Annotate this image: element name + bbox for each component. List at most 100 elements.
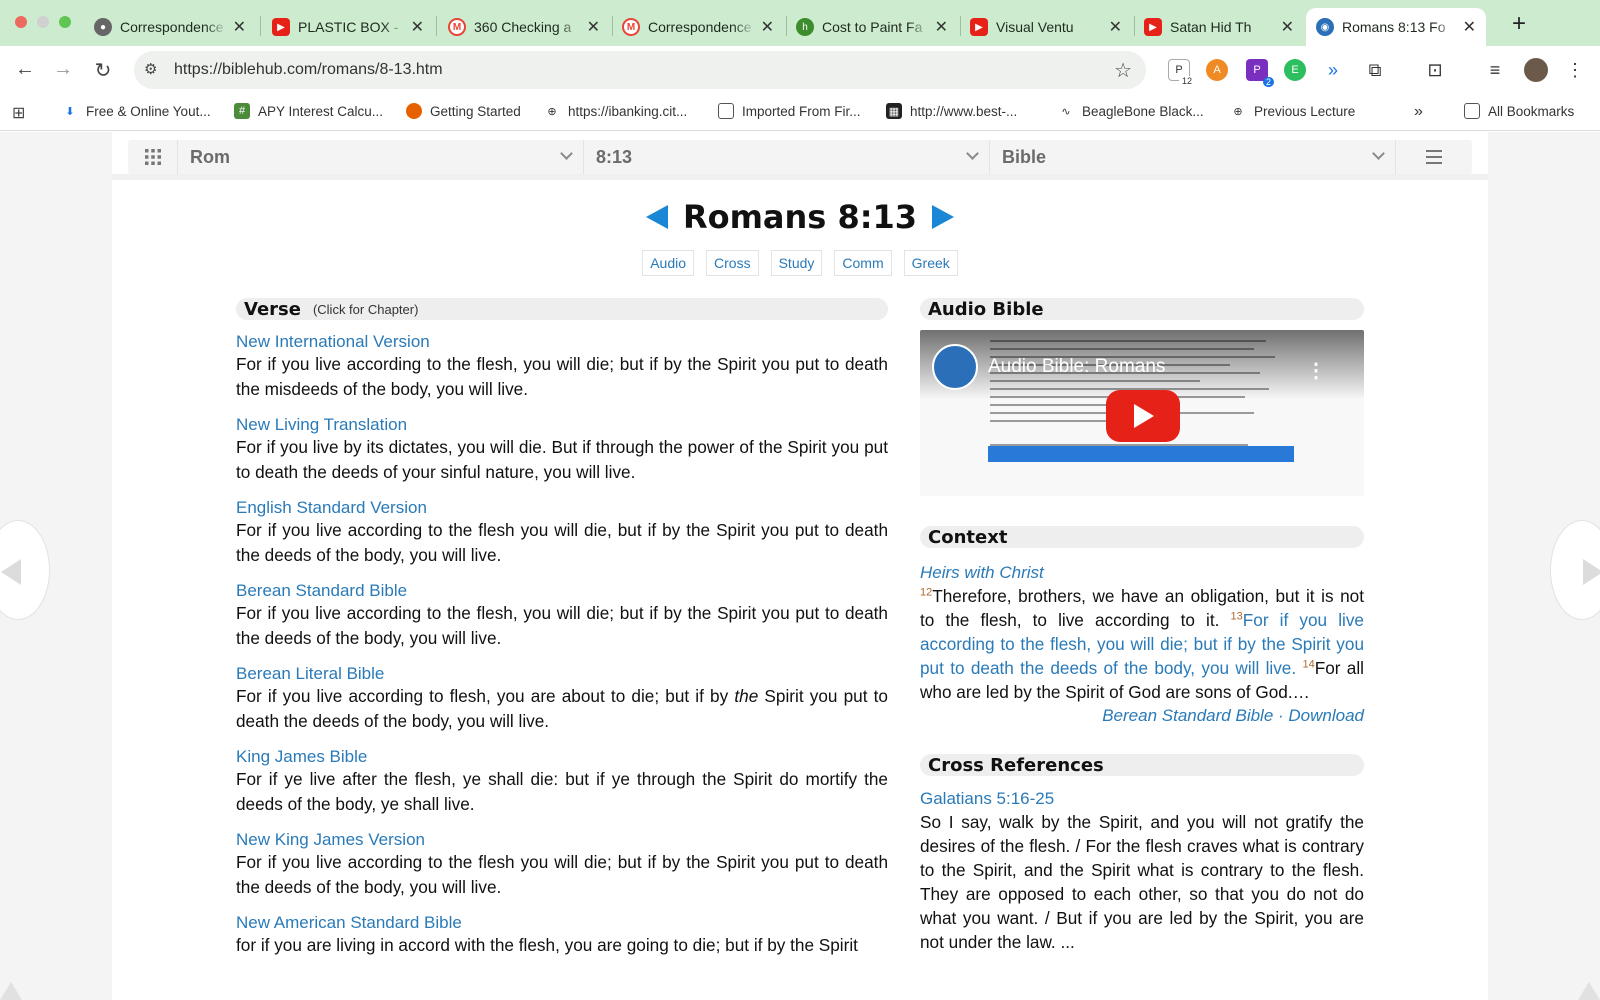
version-link[interactable]: King James Bible — [236, 747, 888, 767]
close-tab-icon[interactable]: ✕ — [1281, 17, 1294, 37]
grid-menu-icon[interactable] — [128, 140, 178, 174]
bookmark-item[interactable]: ∿ BeagleBone Black... — [1058, 103, 1203, 119]
new-tab-icon[interactable]: + — [1512, 10, 1526, 38]
video-menu-icon[interactable]: ⋮ — [1306, 358, 1326, 383]
verse-number[interactable]: 12 — [920, 586, 932, 598]
close-tab-icon[interactable]: ✕ — [935, 17, 948, 37]
youtube-icon: ▶ — [272, 18, 290, 36]
youtube-play-icon[interactable] — [1106, 390, 1180, 442]
browser-tab[interactable]: M Correspondence ✕ — [612, 8, 784, 46]
crossref-text: So I say, walk by the Spirit, and you wi… — [920, 812, 1364, 952]
apps-grid-icon[interactable]: ⊞ — [12, 103, 25, 123]
previous-verse-arrow-icon[interactable] — [646, 205, 669, 229]
back-icon[interactable]: ← — [12, 58, 38, 81]
audio-link[interactable]: Audio — [642, 250, 695, 276]
extension-badge-icon[interactable]: P 12 — [1168, 59, 1195, 86]
purple-p-icon[interactable]: P2 — [1246, 59, 1274, 87]
study-link[interactable]: Study — [770, 250, 823, 276]
hamburger-menu-icon[interactable] — [1396, 140, 1472, 174]
site-info-icon[interactable]: ⚙ — [144, 60, 157, 78]
close-tab-icon[interactable]: ✕ — [587, 17, 600, 37]
browser-tab[interactable]: ● Correspondence ✕ — [84, 8, 256, 46]
comm-link[interactable]: Comm — [834, 250, 892, 276]
calculator-icon: # — [234, 103, 250, 119]
browser-tab[interactable]: M 360 Checking a ✕ — [438, 8, 610, 46]
version-link[interactable]: New International Version — [236, 332, 888, 352]
verse-section-header[interactable]: Verse (Click for Chapter) — [236, 298, 888, 320]
version-link[interactable]: Berean Literal Bible — [236, 664, 888, 684]
bookmark-item[interactable]: ▦ http://www.best-... — [886, 103, 1017, 119]
all-bookmarks-button[interactable]: All Bookmarks — [1464, 103, 1574, 119]
video-title[interactable]: Audio Bible: Romans — [988, 356, 1165, 378]
biblehub-page: Rom 8:13 Bible Romans 8:13 Audio Cross S… — [112, 132, 1488, 1000]
version-link[interactable]: New American Standard Bible — [236, 913, 888, 933]
close-tab-icon[interactable]: ✕ — [1109, 17, 1122, 37]
address-bar[interactable]: ⚙ https://biblehub.com/romans/8-13.htm ☆ — [134, 51, 1146, 89]
tab-title: Satan Hid Th — [1170, 19, 1252, 35]
section-subtitle[interactable]: (Click for Chapter) — [313, 302, 418, 317]
bookmark-item[interactable]: ⊕ https://ibanking.cit... — [544, 103, 687, 119]
verse-text: For if you live according to the flesh y… — [236, 852, 888, 897]
bookmark-item[interactable]: Imported From Fir... — [718, 103, 861, 119]
bookmark-item[interactable]: # APY Interest Calcu... — [234, 103, 383, 119]
browser-tab[interactable]: ▶ PLASTIC BOX - ✕ — [262, 8, 434, 46]
media-control-icon[interactable]: ≡ — [1484, 59, 1506, 81]
browser-tab[interactable]: ▶ Satan Hid Th ✕ — [1134, 8, 1304, 46]
context-source: Berean Standard Bible · Download — [1102, 706, 1364, 725]
tab-title: Correspondence — [648, 19, 752, 35]
bookmark-item[interactable]: ⊕ Previous Lecture — [1230, 103, 1355, 119]
version-link[interactable]: New King James Version — [236, 830, 888, 850]
close-tab-icon[interactable]: ✕ — [761, 17, 774, 37]
audio-bible-video[interactable]: Audio Bible: Romans ⋮ — [920, 330, 1364, 496]
version-link[interactable]: Berean Standard Bible — [236, 581, 888, 601]
window-close-button[interactable] — [15, 16, 27, 28]
bookmark-item[interactable]: Getting Started — [406, 103, 521, 119]
book-select[interactable]: Rom — [178, 140, 584, 174]
close-tab-icon[interactable]: ✕ — [1463, 17, 1476, 37]
verse-column: Verse (Click for Chapter) New Internatio… — [236, 298, 888, 972]
version-list: New International Version For if you liv… — [236, 332, 888, 958]
profile-avatar[interactable] — [1524, 58, 1548, 82]
bookmark-item[interactable]: ⬇ Free & Online Yout... — [62, 103, 210, 119]
cast-search-icon[interactable]: ⊡ — [1424, 59, 1446, 81]
section-title: Cross References — [928, 754, 1104, 776]
tab-title: PLASTIC BOX - — [298, 19, 399, 35]
bookmarks-bar: ⊞ ⬇ Free & Online Yout... # APY Interest C… — [0, 95, 1600, 131]
context-section-header: Context — [920, 526, 1364, 548]
window-maximize-button[interactable] — [59, 16, 71, 28]
context-heading[interactable]: Heirs with Christ — [920, 562, 1364, 584]
close-tab-icon[interactable]: ✕ — [411, 17, 424, 37]
browser-tab[interactable]: ▶ Visual Ventu ✕ — [960, 8, 1132, 46]
close-tab-icon[interactable]: ✕ — [233, 17, 246, 37]
extensions-puzzle-icon[interactable]: ⧉ — [1364, 59, 1386, 81]
crossref-link[interactable]: Galatians 5:16-25 — [920, 788, 1364, 810]
more-bookmarks-button[interactable]: » — [1414, 103, 1423, 121]
window-minimize-button[interactable] — [37, 16, 49, 28]
reload-icon[interactable]: ↻ — [90, 58, 116, 83]
cross-link[interactable]: Cross — [706, 250, 759, 276]
scroll-top-icon[interactable] — [1578, 982, 1600, 1000]
browser-tab[interactable]: h Cost to Paint Fa ✕ — [786, 8, 958, 46]
audio-wave-icon[interactable]: » — [1322, 59, 1344, 81]
version-link[interactable]: English Standard Version — [236, 498, 888, 518]
verse-number[interactable]: 14 — [1302, 658, 1314, 670]
source-link[interactable]: Berean Standard Bible — [1102, 706, 1273, 725]
version-select[interactable]: Bible — [990, 140, 1396, 174]
avast-icon[interactable]: A — [1206, 59, 1228, 81]
scroll-top-icon[interactable] — [0, 982, 22, 1000]
verse-text: For if you live according to the flesh, … — [236, 603, 888, 648]
browser-tab-active[interactable]: ◉ Romans 8:13 Fo ✕ — [1306, 8, 1486, 46]
forward-icon[interactable]: → — [50, 58, 76, 81]
version-link[interactable]: New Living Translation — [236, 415, 888, 435]
url-text[interactable]: https://biblehub.com/romans/8-13.htm — [174, 61, 443, 79]
download-link[interactable]: Download — [1288, 706, 1364, 725]
browser-menu-icon[interactable]: ⋮ — [1564, 59, 1586, 81]
verse-number[interactable]: 13 — [1231, 610, 1243, 622]
verse-select[interactable]: 8:13 — [584, 140, 990, 174]
bookmark-star-icon[interactable]: ☆ — [1114, 58, 1132, 83]
firefox-icon — [406, 103, 422, 119]
evernote-icon[interactable]: E — [1284, 59, 1306, 81]
title-row: Romans 8:13 — [112, 198, 1488, 236]
next-verse-arrow-icon[interactable] — [931, 205, 954, 229]
greek-link[interactable]: Greek — [903, 250, 958, 276]
